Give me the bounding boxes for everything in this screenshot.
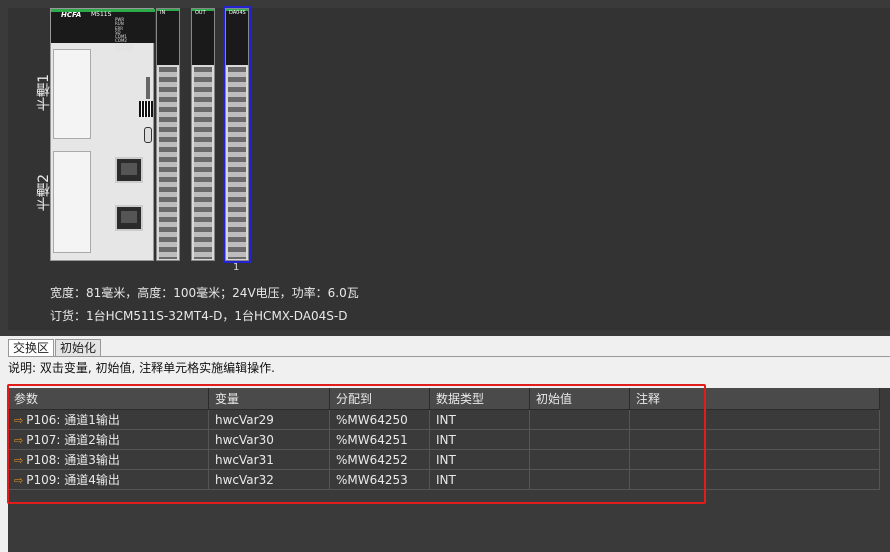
- highlight-box: [7, 384, 706, 504]
- card-slot-1[interactable]: [53, 49, 91, 139]
- brand-logo: HCFA: [61, 11, 82, 19]
- io-module-in[interactable]: IN: [156, 8, 180, 261]
- tab-bar: 交换区 初始化: [8, 339, 102, 357]
- device-specs: 宽度：81毫米，高度：100毫米；24V电压，功率：6.0瓦: [50, 286, 359, 300]
- terminal-block: [194, 67, 212, 259]
- tab-exchange[interactable]: 交换区: [8, 339, 55, 357]
- tab-divider: [8, 356, 890, 357]
- terminal-block: [228, 67, 246, 259]
- terminal-block: [159, 67, 177, 259]
- usb-port: [144, 127, 152, 143]
- status-leds: PWR RUN ERR SD COM1 COM2 Ethernet EtherC…: [115, 17, 134, 53]
- sd-slot: [146, 77, 150, 99]
- module-tag: IN: [160, 10, 166, 16]
- ethercat-port: [115, 205, 143, 231]
- tab-init[interactable]: 初始化: [55, 339, 102, 357]
- hardware-canvas: 卡槽1 卡槽2 HCFA M511S PWR RUN ERR SD COM1 C…: [0, 0, 890, 336]
- cpu-module[interactable]: HCFA M511S PWR RUN ERR SD COM1 COM2 Ethe…: [50, 8, 155, 261]
- qr-code: [139, 101, 153, 117]
- ethernet-port: [115, 157, 143, 183]
- module-tag: OUT: [195, 10, 206, 16]
- plc-device[interactable]: HCFA M511S PWR RUN ERR SD COM1 COM2 Ethe…: [50, 6, 260, 263]
- cpu-model: M511S: [91, 11, 112, 18]
- order-info: 订货：1台HCM511S-32MT4-D，1台HCMX-DA04S-D: [50, 309, 348, 323]
- io-module-out[interactable]: OUT: [191, 8, 215, 261]
- card-slot-2[interactable]: [53, 151, 91, 253]
- io-module-da04s[interactable]: DA04S: [223, 6, 251, 263]
- module-tag: DA04S: [229, 10, 246, 16]
- instruction-text: 说明: 双击变量, 初始值, 注释单元格实施编辑操作.: [8, 361, 275, 375]
- slot-number: 1: [233, 262, 240, 273]
- cpu-header: HCFA M511S PWR RUN ERR SD COM1 COM2 Ethe…: [51, 9, 155, 52]
